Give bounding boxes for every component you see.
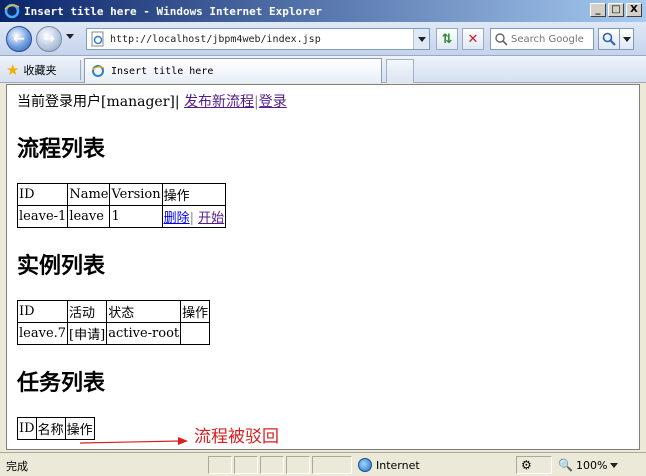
new-tab-button[interactable]: [386, 59, 414, 83]
header-cell: ID: [16, 300, 69, 323]
favorites-label: 收藏夹: [23, 64, 57, 77]
window-title-bar: Insert title here - Windows Internet Exp…: [0, 0, 646, 22]
login-link[interactable]: 登录: [259, 94, 287, 110]
globe-icon: [358, 458, 372, 472]
search-box[interactable]: [490, 28, 594, 50]
refresh-icon: ⇅: [441, 31, 453, 47]
zoom-control[interactable]: 🔍 100%: [558, 456, 619, 474]
header-cell: 操作: [180, 300, 211, 323]
instance-id: leave.7: [16, 322, 69, 345]
table-header-row: ID Name Version 操作: [16, 183, 227, 206]
address-dropdown-button[interactable]: [413, 29, 429, 49]
tab-bar: ★ 收藏夹 Insert title here: [0, 56, 646, 83]
annotation-text: 流程被驳回: [194, 427, 279, 447]
search-button[interactable]: [598, 28, 620, 50]
table-row: leave-1 leave 1 删除| 开始: [16, 205, 227, 228]
current-user-text: 当前登录用户[manager]|: [17, 94, 180, 110]
delete-link[interactable]: 删除: [164, 211, 190, 226]
start-link[interactable]: 开始: [198, 211, 224, 226]
forward-button[interactable]: →: [36, 26, 62, 52]
table-row: leave.7 [申请] active-root: [16, 322, 211, 345]
process-version: 1: [109, 205, 163, 228]
header-cell: ID: [17, 417, 37, 440]
window-title: Insert title here - Windows Internet Exp…: [24, 4, 323, 18]
header-cell: 状态: [106, 300, 182, 323]
status-bar: 完成 Internet ⚙ 🔍 100%: [0, 452, 646, 476]
history-dropdown-icon[interactable]: [66, 34, 74, 39]
task-list-heading: 任务列表: [17, 370, 106, 396]
security-zone[interactable]: Internet: [358, 456, 420, 474]
navigation-bar: ← → ⇅ ✕: [0, 22, 646, 56]
status-cell: [234, 456, 258, 474]
back-arrow-icon: ←: [13, 31, 25, 47]
status-cell: [208, 456, 232, 474]
stop-button[interactable]: ✕: [462, 28, 484, 50]
status-cell: [312, 456, 352, 474]
status-cell: [286, 456, 310, 474]
instance-state: active-root: [106, 322, 182, 345]
chevron-down-icon: [417, 36, 426, 42]
header-cell: 名称: [35, 417, 66, 440]
chevron-down-icon: [622, 36, 631, 42]
process-table: ID Name Version 操作 leave-1 leave 1 删除| 开…: [16, 183, 227, 228]
forward-arrow-icon: →: [43, 31, 55, 47]
zoom-level: 100%: [575, 458, 608, 472]
favorites-button[interactable]: ★ 收藏夹: [6, 60, 56, 80]
address-bar[interactable]: [86, 28, 430, 50]
instance-activity: [申请]: [67, 322, 108, 345]
zone-label: Internet: [376, 458, 420, 472]
header-cell: Version: [109, 183, 163, 206]
search-input[interactable]: [511, 33, 593, 45]
process-actions: 删除| 开始: [161, 205, 227, 228]
zoom-icon: 🔍: [558, 458, 573, 472]
lock-icon: ⚙: [521, 458, 532, 472]
star-icon: ★: [6, 60, 20, 79]
chevron-down-icon: [610, 462, 619, 468]
search-icon: [602, 32, 616, 46]
process-list-heading: 流程列表: [17, 136, 106, 162]
minimize-button[interactable]: _: [590, 3, 606, 17]
close-button[interactable]: X: [626, 3, 642, 17]
protected-mode-cell[interactable]: ⚙: [516, 456, 552, 474]
address-input[interactable]: [110, 33, 410, 45]
back-button[interactable]: ←: [6, 26, 32, 52]
divider: [80, 60, 81, 80]
stop-icon: ✕: [467, 31, 479, 47]
process-id: leave-1: [16, 205, 69, 228]
table-header-row: ID 活动 状态 操作: [16, 300, 211, 323]
user-line: 当前登录用户[manager]| 发布新流程|登录: [17, 91, 629, 111]
tab-title: Insert title here: [111, 65, 214, 77]
header-cell: Name: [67, 183, 111, 206]
instance-actions: [180, 322, 211, 345]
refresh-button[interactable]: ⇅: [436, 28, 458, 50]
search-provider-icon: [495, 33, 508, 46]
status-text: 完成: [6, 460, 28, 473]
header-cell: 操作: [161, 183, 227, 206]
maximize-button[interactable]: □: [608, 3, 624, 17]
tab-current[interactable]: Insert title here: [84, 58, 382, 83]
ie-tab-icon: [91, 65, 105, 77]
page-content: 当前登录用户[manager]| 发布新流程|登录 流程列表 ID Name V…: [6, 84, 640, 450]
header-cell: ID: [16, 183, 69, 206]
process-name: leave: [67, 205, 111, 228]
search-options-button[interactable]: [620, 28, 634, 50]
instance-list-heading: 实例列表: [17, 253, 106, 279]
page-ie-icon: [91, 31, 104, 47]
header-cell: 活动: [67, 300, 108, 323]
deploy-process-link[interactable]: 发布新流程: [184, 94, 254, 110]
separator: |: [189, 211, 195, 226]
annotation-arrow-icon: [80, 437, 188, 445]
instance-table: ID 活动 状态 操作 leave.7 [申请] active-root: [16, 300, 211, 345]
status-cell: [260, 456, 284, 474]
ie-logo-icon: [4, 3, 20, 19]
